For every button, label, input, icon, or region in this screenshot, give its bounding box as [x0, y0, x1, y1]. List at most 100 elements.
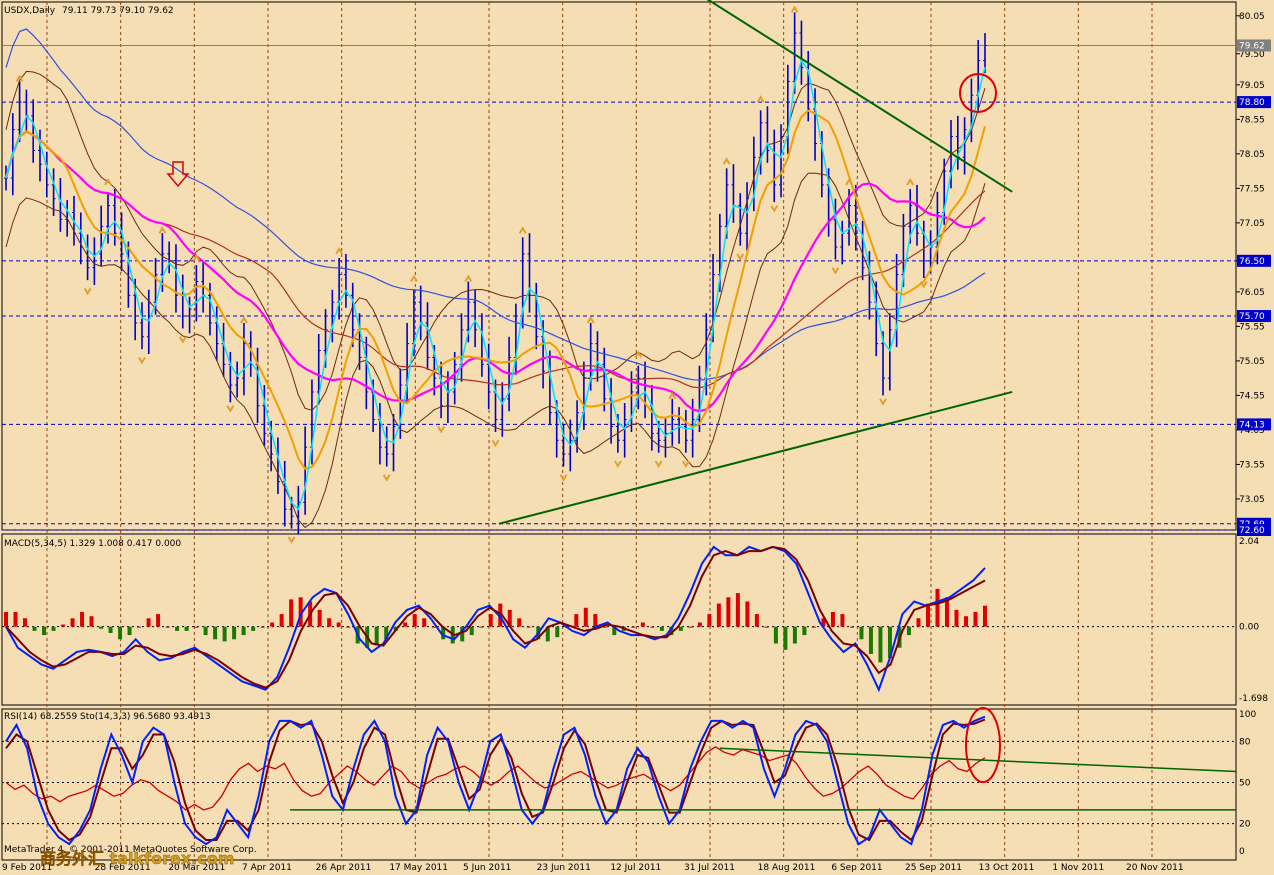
- macd-histogram-bar[interactable]: [194, 626, 199, 628]
- macd-histogram-bar[interactable]: [925, 603, 930, 627]
- macd-histogram-bar[interactable]: [849, 626, 854, 628]
- macd-histogram-bar[interactable]: [773, 626, 778, 644]
- macd-histogram-bar[interactable]: [735, 593, 740, 627]
- rsi-tick-label: 50: [1239, 779, 1251, 789]
- macd-histogram-bar[interactable]: [127, 626, 132, 636]
- macd-histogram-bar[interactable]: [70, 618, 75, 627]
- macd-histogram-bar[interactable]: [555, 626, 560, 638]
- rsi-tick-label: 80: [1239, 737, 1251, 747]
- macd-histogram-bar[interactable]: [811, 626, 816, 628]
- macd-histogram-bar[interactable]: [697, 622, 702, 627]
- macd-histogram-bar[interactable]: [118, 626, 123, 640]
- macd-histogram-bar[interactable]: [156, 614, 161, 627]
- macd-histogram-bar[interactable]: [32, 626, 37, 631]
- macd-histogram-bar[interactable]: [830, 611, 835, 627]
- macd-histogram-bar[interactable]: [659, 626, 664, 631]
- date-label: 12 Jul 2011: [610, 863, 661, 873]
- macd-histogram-bar[interactable]: [754, 614, 759, 627]
- macd-histogram-bar[interactable]: [89, 616, 94, 627]
- macd-histogram-bar[interactable]: [431, 626, 436, 628]
- macd-histogram-bar[interactable]: [184, 626, 189, 631]
- macd-histogram-bar[interactable]: [346, 626, 351, 628]
- macd-histogram-bar[interactable]: [716, 603, 721, 627]
- price-label-text: 76.50: [1239, 257, 1265, 267]
- macd-histogram-bar[interactable]: [859, 626, 864, 640]
- macd-histogram-bar[interactable]: [973, 611, 978, 627]
- macd-histogram-bar[interactable]: [783, 626, 788, 650]
- macd-histogram-bar[interactable]: [317, 609, 322, 627]
- macd-histogram-bar[interactable]: [13, 611, 18, 627]
- date-label: 6 Sep 2011: [831, 863, 882, 873]
- macd-histogram-bar[interactable]: [99, 626, 104, 629]
- macd-histogram-bar[interactable]: [80, 611, 85, 627]
- macd-histogram-bar[interactable]: [327, 618, 332, 627]
- macd-histogram-bar[interactable]: [526, 626, 531, 628]
- macd-histogram-bar[interactable]: [374, 626, 379, 646]
- macd-histogram-bar[interactable]: [726, 597, 731, 627]
- macd-histogram-bar[interactable]: [916, 618, 921, 627]
- macd-histogram-bar[interactable]: [868, 626, 873, 654]
- macd-histogram-bar[interactable]: [802, 626, 807, 636]
- macd-histogram-bar[interactable]: [137, 626, 142, 628]
- macd-histogram-bar[interactable]: [165, 626, 170, 628]
- rsi-tick-label: 100: [1239, 710, 1256, 720]
- macd-tick-label: 0.00: [1239, 623, 1259, 633]
- macd-histogram-bar[interactable]: [270, 622, 275, 627]
- macd-histogram-bar[interactable]: [935, 588, 940, 627]
- macd-histogram-bar[interactable]: [764, 626, 769, 628]
- macd-histogram-bar[interactable]: [640, 622, 645, 627]
- macd-histogram-bar[interactable]: [650, 626, 655, 628]
- macd-histogram-bar[interactable]: [631, 626, 636, 628]
- rsi-header: RSI(14) 68.2559 Sto(14,3,3) 96.5680 93.4…: [4, 712, 211, 722]
- macd-histogram-bar[interactable]: [983, 605, 987, 627]
- macd-histogram-bar[interactable]: [488, 614, 493, 627]
- macd-histogram-bar[interactable]: [232, 626, 237, 640]
- date-label: 7 Apr 2011: [242, 863, 292, 873]
- macd-histogram-bar[interactable]: [279, 614, 284, 627]
- macd-histogram-bar[interactable]: [878, 626, 883, 663]
- macd-histogram-bar[interactable]: [707, 614, 712, 627]
- macd-histogram-bar[interactable]: [336, 622, 341, 627]
- macd-histogram-bar[interactable]: [574, 614, 579, 627]
- macd-histogram-bar[interactable]: [146, 618, 151, 627]
- macd-histogram-bar[interactable]: [403, 622, 408, 627]
- chart-canvas[interactable]: 80.0579.5079.0578.5578.0577.5577.0576.50…: [0, 0, 1274, 875]
- macd-histogram-bar[interactable]: [517, 618, 522, 627]
- macd-histogram-bar[interactable]: [412, 614, 417, 627]
- macd-histogram-bar[interactable]: [260, 626, 265, 628]
- macd-histogram-bar[interactable]: [688, 626, 693, 628]
- macd-histogram-bar[interactable]: [469, 626, 474, 636]
- macd-histogram-bar[interactable]: [954, 609, 959, 627]
- macd-histogram-bar[interactable]: [42, 626, 47, 636]
- macd-histogram-bar[interactable]: [583, 607, 588, 627]
- price-tick-label: 79.05: [1239, 81, 1265, 91]
- macd-histogram-bar[interactable]: [51, 626, 56, 631]
- macd-histogram-bar[interactable]: [241, 626, 246, 636]
- rsi-tick-label: 0: [1239, 847, 1245, 857]
- macd-histogram-bar[interactable]: [479, 626, 484, 628]
- macd-histogram-bar[interactable]: [213, 626, 218, 640]
- macd-histogram-bar[interactable]: [422, 618, 427, 627]
- macd-histogram-bar[interactable]: [222, 626, 227, 642]
- macd-histogram-bar[interactable]: [251, 626, 256, 631]
- macd-histogram-bar[interactable]: [23, 618, 28, 627]
- macd-histogram-bar[interactable]: [61, 624, 66, 627]
- macd-histogram-bar[interactable]: [792, 626, 797, 644]
- macd-histogram-bar[interactable]: [203, 626, 208, 636]
- macd-histogram-bar[interactable]: [289, 599, 294, 627]
- date-label: 17 May 2011: [389, 863, 448, 873]
- macd-histogram-bar[interactable]: [175, 626, 180, 631]
- price-label-text: 75.70: [1239, 312, 1265, 322]
- price-tick-label: 76.05: [1239, 288, 1265, 298]
- macd-histogram-bar[interactable]: [840, 614, 845, 627]
- macd-histogram-bar[interactable]: [108, 626, 113, 633]
- macd-histogram-bar[interactable]: [906, 626, 911, 636]
- macd-histogram-bar[interactable]: [963, 616, 968, 627]
- date-label: 31 Jul 2011: [684, 863, 735, 873]
- macd-histogram-bar[interactable]: [4, 611, 8, 627]
- price-tick-label: 77.55: [1239, 184, 1265, 194]
- macd-histogram-bar[interactable]: [678, 626, 683, 631]
- macd-histogram-bar[interactable]: [745, 601, 750, 627]
- macd-histogram-bar[interactable]: [593, 614, 598, 627]
- macd-header: MACD(5,34,5) 1.329 1.008 0.417 0.000: [4, 539, 181, 549]
